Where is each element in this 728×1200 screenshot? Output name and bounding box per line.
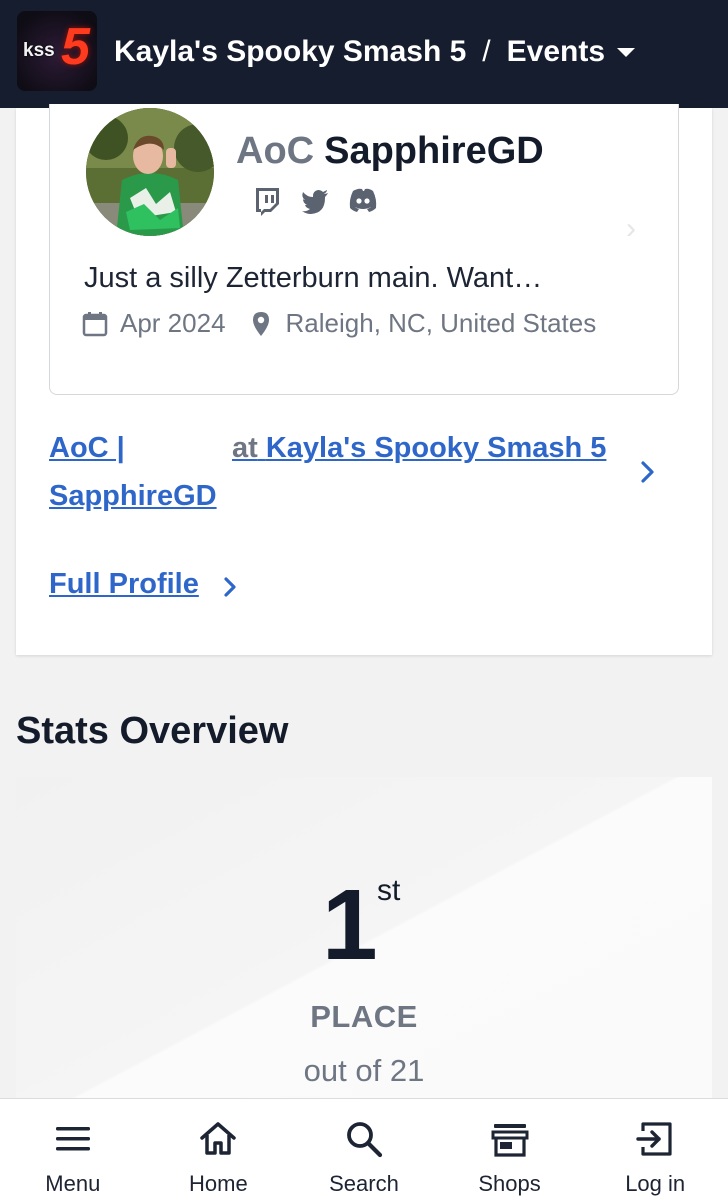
entrant-link-line1[interactable]: AoC | xyxy=(49,432,125,465)
bottom-nav: Menu Home Search Shops Log in xyxy=(0,1098,728,1200)
login-icon xyxy=(635,1119,675,1159)
home-icon xyxy=(198,1119,238,1159)
nav-login-label: Log in xyxy=(625,1171,686,1196)
breadcrumb-tournament[interactable]: Kayla's Spooky Smash 5 xyxy=(114,35,466,69)
nav-login[interactable]: Log in xyxy=(582,1099,728,1200)
menu-icon xyxy=(53,1119,93,1159)
nav-shops[interactable]: Shops xyxy=(437,1099,583,1200)
location: Raleigh, NC, United States xyxy=(285,308,597,338)
placement-label: PLACE xyxy=(310,999,418,1034)
gamertag: SapphireGD xyxy=(324,130,544,172)
chevron-right-icon[interactable] xyxy=(638,458,658,486)
nav-search[interactable]: Search xyxy=(291,1099,437,1200)
calendar-icon xyxy=(82,311,108,337)
entrant-link-line2[interactable]: SapphireGD xyxy=(49,480,217,513)
breadcrumb-separator: / xyxy=(482,35,491,68)
player-meta: Apr 2024 Raleigh, NC, United States xyxy=(82,308,596,339)
placement-total: out of 21 xyxy=(303,1053,425,1088)
breadcrumb: Kayla's Spooky Smash 5 / Events xyxy=(114,32,636,72)
twitch-icon[interactable] xyxy=(252,186,282,216)
player-name: AoC SapphireGD xyxy=(236,130,544,173)
logo-number: 5 xyxy=(61,18,90,76)
section-title: Stats Overview xyxy=(16,710,289,752)
entrant-card: AoC SapphireGD › Just a silly Zetterburn … xyxy=(16,104,712,655)
event-link[interactable]: at Kayla's Spooky Smash 5 xyxy=(232,432,606,465)
chevron-right-icon: › xyxy=(626,212,636,245)
placement-suffix: st xyxy=(377,874,401,907)
tournament-logo[interactable]: kss 5 xyxy=(17,11,97,91)
social-links xyxy=(252,186,378,216)
top-bar: kss 5 Kayla's Spooky Smash 5 / Events xyxy=(0,0,728,108)
event-link-at: at xyxy=(232,432,258,464)
stats-panel: 1 st PLACE out of 21 xyxy=(16,777,712,1107)
discord-icon[interactable] xyxy=(348,186,378,216)
chevron-right-icon[interactable] xyxy=(222,574,240,600)
placement-number: 1 xyxy=(322,869,378,981)
event-link-name: Kayla's Spooky Smash 5 xyxy=(265,432,607,464)
twitter-icon[interactable] xyxy=(300,186,330,216)
full-profile-link[interactable]: Full Profile xyxy=(49,568,199,601)
nav-home[interactable]: Home xyxy=(146,1099,292,1200)
profile-card[interactable]: AoC SapphireGD › Just a silly Zetterburn … xyxy=(49,104,679,395)
nav-search-label: Search xyxy=(329,1171,399,1196)
sponsor-prefix: AoC xyxy=(236,130,315,172)
shop-icon xyxy=(490,1119,530,1159)
search-icon xyxy=(344,1119,384,1159)
nav-home-label: Home xyxy=(189,1171,248,1196)
join-date: Apr 2024 xyxy=(120,308,226,338)
logo-text: kss xyxy=(23,40,55,61)
chevron-down-icon[interactable] xyxy=(617,47,636,57)
nav-shops-label: Shops xyxy=(478,1171,541,1196)
breadcrumb-section[interactable]: Events xyxy=(507,35,605,69)
location-pin-icon xyxy=(248,311,274,337)
nav-menu-label: Menu xyxy=(45,1171,101,1196)
nav-menu[interactable]: Menu xyxy=(0,1099,146,1200)
player-bio: Just a silly Zetterburn main. Want… xyxy=(84,262,543,294)
avatar xyxy=(86,108,214,236)
